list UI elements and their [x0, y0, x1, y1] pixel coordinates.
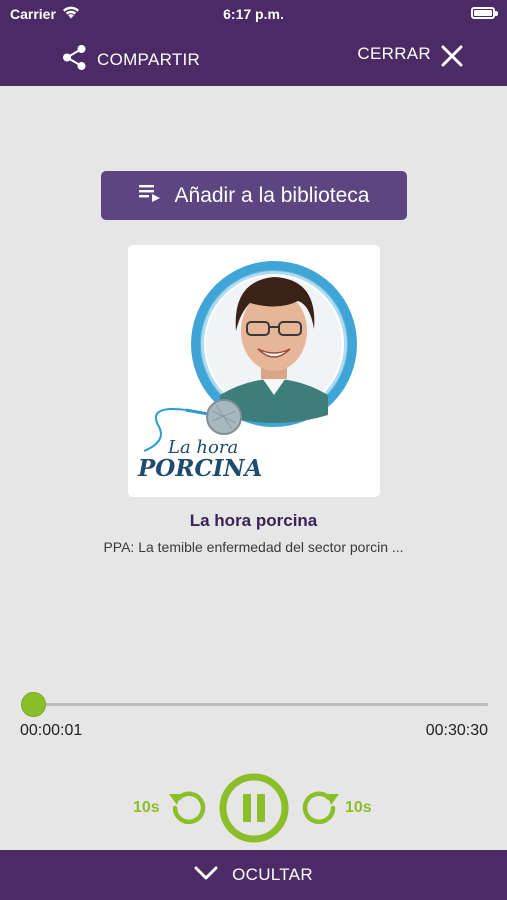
hide-player-label: OCULTAR [232, 865, 313, 884]
pause-icon [219, 773, 289, 843]
progress-bar[interactable] [32, 703, 488, 706]
share-icon [62, 44, 87, 76]
status-time: 6:17 p.m. [223, 6, 284, 22]
track-title: La hora porcina [189, 511, 318, 530]
playlist-add-icon [138, 184, 161, 208]
status-bar: Carrier 6:17 p.m. [0, 0, 507, 28]
skip-forward-label: 10s [345, 799, 372, 816]
track-subtitle: PPA: La temible enfermedad del sector po… [103, 539, 404, 555]
progress-thumb[interactable] [20, 692, 46, 717]
skip-forward-button[interactable]: 10s [297, 785, 377, 831]
pause-button[interactable] [218, 772, 290, 844]
skip-back-button[interactable]: 10s [131, 785, 211, 831]
hide-player-button[interactable]: OCULTAR [0, 850, 507, 900]
share-button[interactable]: COMPARTIR [62, 44, 200, 76]
podcast-artwork: La hora PORCINA [128, 245, 380, 497]
forward-icon [299, 788, 343, 833]
close-icon [441, 45, 463, 72]
battery-icon [471, 7, 498, 19]
chevron-down-icon [194, 866, 218, 885]
close-button[interactable]: CERRAR [357, 44, 463, 67]
close-label: CERRAR [357, 44, 431, 63]
add-to-library-button[interactable]: Añadir a la biblioteca [101, 171, 407, 220]
share-label: COMPARTIR [97, 50, 201, 69]
add-to-library-label: Añadir a la biblioteca [174, 183, 370, 207]
artwork-logo-line2: PORCINA [138, 455, 263, 482]
rewind-icon [165, 788, 209, 833]
top-bar: Carrier 6:17 p.m. COMPARTIR CERRAR [0, 0, 507, 86]
elapsed-time: 00:00:01 [20, 722, 83, 739]
total-time: 00:30:30 [425, 722, 488, 739]
skip-back-label: 10s [133, 799, 160, 816]
